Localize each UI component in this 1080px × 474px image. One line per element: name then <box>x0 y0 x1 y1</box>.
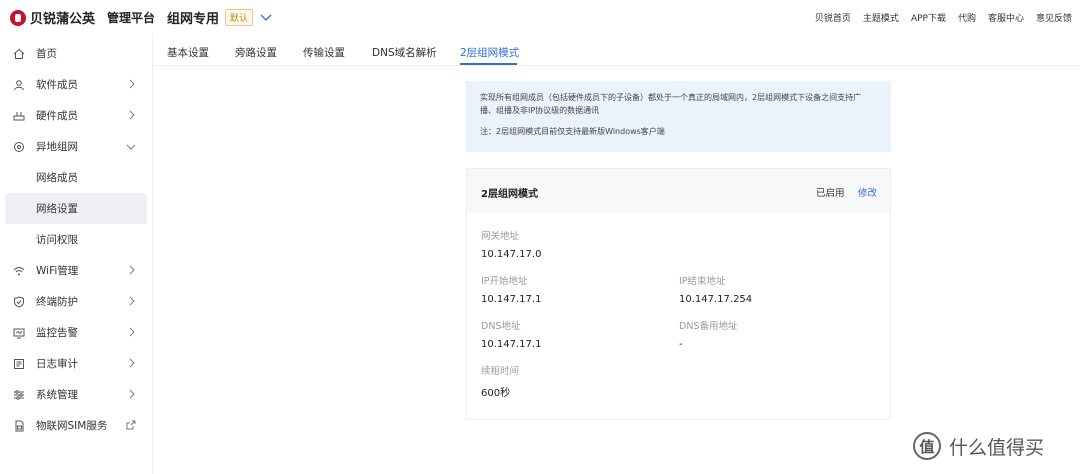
network-icon <box>12 140 26 154</box>
field-label: IP开始地址 <box>481 276 528 287</box>
status-text: 已启用 <box>816 188 845 199</box>
sidebar-item-network-members[interactable]: 网络成员 <box>0 162 152 193</box>
sidebar-item-label: 终端防护 <box>36 296 78 308</box>
ip-end-field: IP结束地址 10.147.17.254 <box>679 273 752 305</box>
chevron-down-icon <box>126 144 136 150</box>
home-icon <box>12 47 26 61</box>
chevron-right-icon <box>129 358 135 368</box>
chevron-right-icon <box>129 79 135 89</box>
dns-backup-field: DNS备用地址 - <box>679 318 737 350</box>
tab-dns-resolution[interactable]: DNS域名解析 <box>372 45 437 60</box>
field-label: DNS地址 <box>481 321 521 332</box>
monitor-icon <box>12 326 26 340</box>
link-feedback[interactable]: 意见反馈 <box>1036 11 1072 24</box>
tab-bypass-settings[interactable]: 旁路设置 <box>235 45 277 60</box>
settings-icon <box>12 388 26 402</box>
sidebar-item-label: WiFi管理 <box>36 265 79 277</box>
user-icon <box>12 78 26 92</box>
logo-text: 贝锐蒲公英 <box>30 12 96 27</box>
sidebar-item-remote-network[interactable]: 异地组网 <box>0 131 152 162</box>
sidebar-item-label: 访问权限 <box>36 234 78 246</box>
chevron-right-icon <box>129 296 135 306</box>
link-support[interactable]: 客服中心 <box>988 11 1024 24</box>
info-notice: 实现所有组网成员（包括硬件成员下的子设备）都处于一个真正的局域网内，2层组网模式… <box>466 81 891 152</box>
sidebar-item-label: 异地组网 <box>36 141 78 153</box>
tab-transport-settings[interactable]: 传输设置 <box>303 45 345 60</box>
field-label: 续租时间 <box>481 366 520 377</box>
field-value: 10.147.17.0 <box>481 249 542 260</box>
link-purchase[interactable]: 代购 <box>958 11 976 24</box>
edit-link[interactable]: 修改 <box>858 185 877 199</box>
group-name: 组网专用 <box>167 12 220 27</box>
sidebar-item-label: 首页 <box>36 48 57 60</box>
watermark: 值 什么值得买 <box>913 432 1044 460</box>
chevron-right-icon <box>129 265 135 275</box>
platform-title: 管理平台 <box>107 11 156 25</box>
default-badge: 默认 <box>225 9 254 26</box>
field-value: 10.147.17.1 <box>481 339 542 350</box>
sidebar-item-iot-sim[interactable]: 物联网SIM服务 <box>0 410 152 441</box>
chevron-down-icon <box>260 14 272 21</box>
field-label: IP结束地址 <box>679 276 726 287</box>
sidebar-item-log-audit[interactable]: 日志审计 <box>0 348 152 379</box>
field-value: 10.147.17.254 <box>679 294 753 305</box>
sidebar-item-access-control[interactable]: 访问权限 <box>0 224 152 255</box>
settings-tabs: 基本设置 旁路设置 传输设置 DNS域名解析 2层组网模式 <box>153 34 1080 66</box>
top-bar: 贝锐蒲公英 管理平台 组网专用 默认 贝锐首页 主题模式 APP下载 代购 客服… <box>0 0 1080 34</box>
card-header: 2层组网模式 已启用 修改 <box>467 169 890 213</box>
watermark-logo-icon: 值 <box>913 432 941 460</box>
group-selector[interactable]: 组网专用 默认 <box>167 8 273 27</box>
field-value: 600秒 <box>481 388 511 399</box>
layer2-mode-card: 2层组网模式 已启用 修改 网关地址 10.147.17.0 IP开始地址 10… <box>466 168 891 420</box>
sidebar-item-label: 硬件成员 <box>36 110 78 122</box>
sidebar-item-monitoring[interactable]: 监控告警 <box>0 317 152 348</box>
field-value: - <box>679 339 683 350</box>
sidebar: 首页 软件成员 硬件成员 异地组网 网络成员 网络设置 访问权限 WiFi管理 … <box>0 34 153 474</box>
sim-icon <box>12 419 26 433</box>
gateway-field: 网关地址 10.147.17.0 <box>481 228 541 260</box>
sidebar-item-home[interactable]: 首页 <box>0 38 152 69</box>
sidebar-item-network-settings[interactable]: 网络设置 <box>5 193 147 224</box>
sidebar-item-label: 网络设置 <box>36 203 78 215</box>
chevron-right-icon <box>129 110 135 120</box>
sidebar-item-label: 系统管理 <box>36 389 78 401</box>
brand-logo-icon <box>10 9 26 26</box>
tab-layer2-mode[interactable]: 2层组网模式 <box>460 45 519 60</box>
wifi-icon <box>12 264 26 278</box>
tab-basic-settings[interactable]: 基本设置 <box>167 45 209 60</box>
active-tab-indicator <box>460 63 517 65</box>
link-app[interactable]: APP下载 <box>911 11 946 24</box>
logo[interactable]: 贝锐蒲公英 管理平台 <box>10 8 155 27</box>
log-icon <box>12 357 26 371</box>
info-note: 注：2层组网模式目前仅支持最新版Windows客户端 <box>480 127 665 136</box>
dns-field: DNS地址 10.147.17.1 <box>481 318 541 350</box>
link-home[interactable]: 贝锐首页 <box>815 11 851 24</box>
field-value: 10.147.17.1 <box>481 294 542 305</box>
sidebar-item-label: 日志审计 <box>36 358 78 370</box>
watermark-text: 什么值得买 <box>949 436 1045 459</box>
link-theme[interactable]: 主题模式 <box>863 11 899 24</box>
info-description: 实现所有组网成员（包括硬件成员下的子设备）都处于一个真正的局域网内，2层组网模式… <box>480 93 862 115</box>
router-icon <box>12 109 26 123</box>
field-label: DNS备用地址 <box>679 321 738 332</box>
top-links: 贝锐首页 主题模式 APP下载 代购 客服中心 意见反馈 <box>815 11 1072 24</box>
sidebar-item-label: 物联网SIM服务 <box>36 420 108 432</box>
chevron-right-icon <box>129 327 135 337</box>
ip-start-field: IP开始地址 10.147.17.1 <box>481 273 541 305</box>
sidebar-item-label: 监控告警 <box>36 327 78 339</box>
lease-field: 续租时间 600秒 <box>481 363 519 399</box>
card-title: 2层组网模式 <box>481 189 538 200</box>
sidebar-item-label: 网络成员 <box>36 172 78 184</box>
external-link-icon <box>126 420 136 430</box>
chevron-right-icon <box>129 389 135 399</box>
sidebar-item-software-members[interactable]: 软件成员 <box>0 69 152 100</box>
sidebar-item-endpoint-protection[interactable]: 终端防护 <box>0 286 152 317</box>
sidebar-item-system-management[interactable]: 系统管理 <box>0 379 152 410</box>
sidebar-item-label: 软件成员 <box>36 79 78 91</box>
field-label: 网关地址 <box>481 231 520 242</box>
sidebar-item-hardware-members[interactable]: 硬件成员 <box>0 100 152 131</box>
sidebar-item-wifi[interactable]: WiFi管理 <box>0 255 152 286</box>
shield-icon <box>12 295 26 309</box>
